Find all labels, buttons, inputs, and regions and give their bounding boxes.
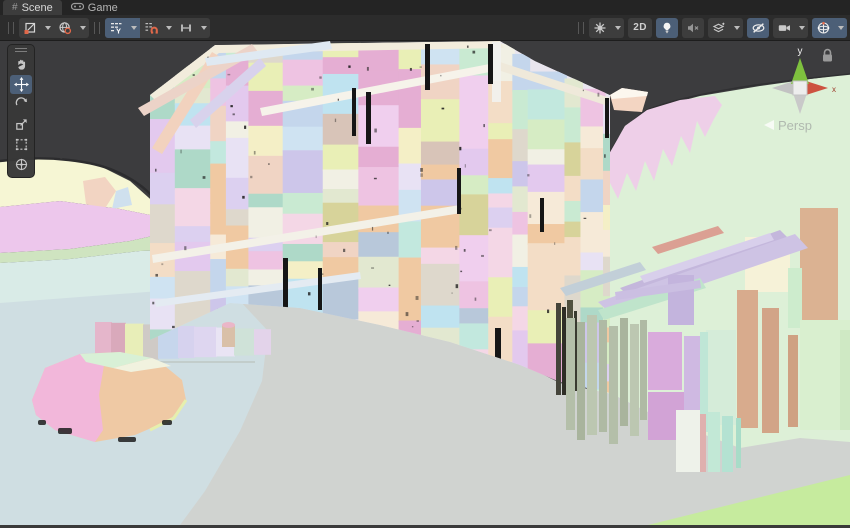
gizmos-dropdown[interactable]	[834, 18, 847, 38]
draw-mode-icon	[23, 21, 37, 35]
audio-muted-icon	[686, 21, 700, 35]
snap-magnet-icon	[144, 21, 158, 35]
video-camera-icon	[777, 21, 792, 35]
gizmo-center-cube[interactable]	[793, 81, 807, 95]
snap-dropdown[interactable]	[162, 18, 175, 38]
scene-toolbar: Y	[0, 15, 850, 41]
rotate-tool-button[interactable]	[10, 95, 32, 114]
transform-tool-button[interactable]	[10, 155, 32, 174]
lighting-group	[656, 18, 678, 38]
scale-icon	[14, 117, 29, 132]
globe-icon	[58, 21, 72, 35]
overlay-drag-handle-3[interactable]	[578, 22, 584, 34]
effects-dropdown[interactable]	[730, 18, 743, 38]
camera-settings-dropdown[interactable]	[795, 18, 808, 38]
audio-group	[682, 18, 704, 38]
scale-tool-button[interactable]	[10, 115, 32, 134]
lighting-toggle-button[interactable]	[656, 18, 678, 38]
hand-tool-button[interactable]	[10, 55, 32, 74]
rotate-icon	[14, 97, 29, 112]
overlay-drag-handle[interactable]	[8, 22, 14, 34]
toggle-2d-button[interactable]: 2D	[628, 22, 652, 33]
gizmos-group	[812, 18, 847, 38]
rect-icon	[14, 137, 29, 152]
gizmo-y-label: y	[798, 46, 803, 57]
draw-mode-dropdown[interactable]	[41, 18, 54, 38]
fx-layers-icon	[712, 21, 726, 35]
tab-bar: # Scene Game	[0, 0, 850, 15]
grid-snap-group: Y	[105, 18, 210, 38]
eye-slash-icon	[751, 21, 766, 35]
move-tool-button[interactable]	[10, 75, 32, 94]
gizmo-sphere-icon	[816, 21, 831, 35]
gamepad-icon	[71, 2, 84, 14]
snap-increment-icon	[179, 21, 193, 35]
toggle-2d-group: 2D	[628, 18, 652, 38]
effects-group	[708, 18, 743, 38]
render-effects-dropdown[interactable]	[611, 18, 624, 38]
burst-star-icon	[593, 21, 607, 35]
svg-text:Y: Y	[116, 26, 121, 35]
overlay-drag-handle-2[interactable]	[94, 22, 100, 34]
visibility-group	[747, 18, 769, 38]
scene-visibility-button[interactable]	[747, 18, 769, 38]
tab-game-label: Game	[88, 2, 118, 14]
tab-scene[interactable]: # Scene	[3, 0, 62, 15]
grid-axis-icon: Y	[109, 21, 123, 35]
tab-scene-label: Scene	[22, 2, 53, 14]
effects-toggle-button[interactable]	[708, 18, 730, 38]
render-effects-group	[589, 18, 624, 38]
snap-increment-button[interactable]	[175, 18, 197, 38]
snap-toggle-button[interactable]	[140, 18, 162, 38]
move-icon	[14, 77, 29, 92]
skybox-toggle-button[interactable]	[54, 18, 76, 38]
audio-toggle-button[interactable]	[682, 18, 704, 38]
transform-icon	[14, 157, 29, 172]
grid-icon: #	[12, 3, 18, 13]
snap-increment-dropdown[interactable]	[197, 18, 210, 38]
view-options-group	[19, 18, 89, 38]
tools-overlay	[7, 44, 35, 178]
camera-settings-button[interactable]	[773, 18, 795, 38]
rect-tool-button[interactable]	[10, 135, 32, 154]
tab-game[interactable]: Game	[62, 0, 127, 15]
tools-drag-handle[interactable]	[8, 46, 34, 54]
unity-scene-view-window: # Scene Game	[0, 0, 850, 528]
gizmo-x-label: x	[832, 85, 836, 94]
toolbar-right: 2D	[573, 18, 847, 38]
gizmos-toggle-button[interactable]	[812, 18, 834, 38]
scene-render: y x Persp	[0, 41, 850, 525]
projection-label[interactable]: Persp	[778, 118, 812, 133]
camera-group	[773, 18, 808, 38]
skybox-dropdown[interactable]	[76, 18, 89, 38]
render-effects-button[interactable]	[589, 18, 611, 38]
scene-viewport[interactable]: y x Persp	[0, 41, 850, 528]
hand-icon	[14, 57, 29, 72]
light-bulb-icon	[660, 21, 674, 35]
grid-visibility-button[interactable]: Y	[105, 18, 127, 38]
draw-mode-button[interactable]	[19, 18, 41, 38]
grid-visibility-dropdown[interactable]	[127, 18, 140, 38]
